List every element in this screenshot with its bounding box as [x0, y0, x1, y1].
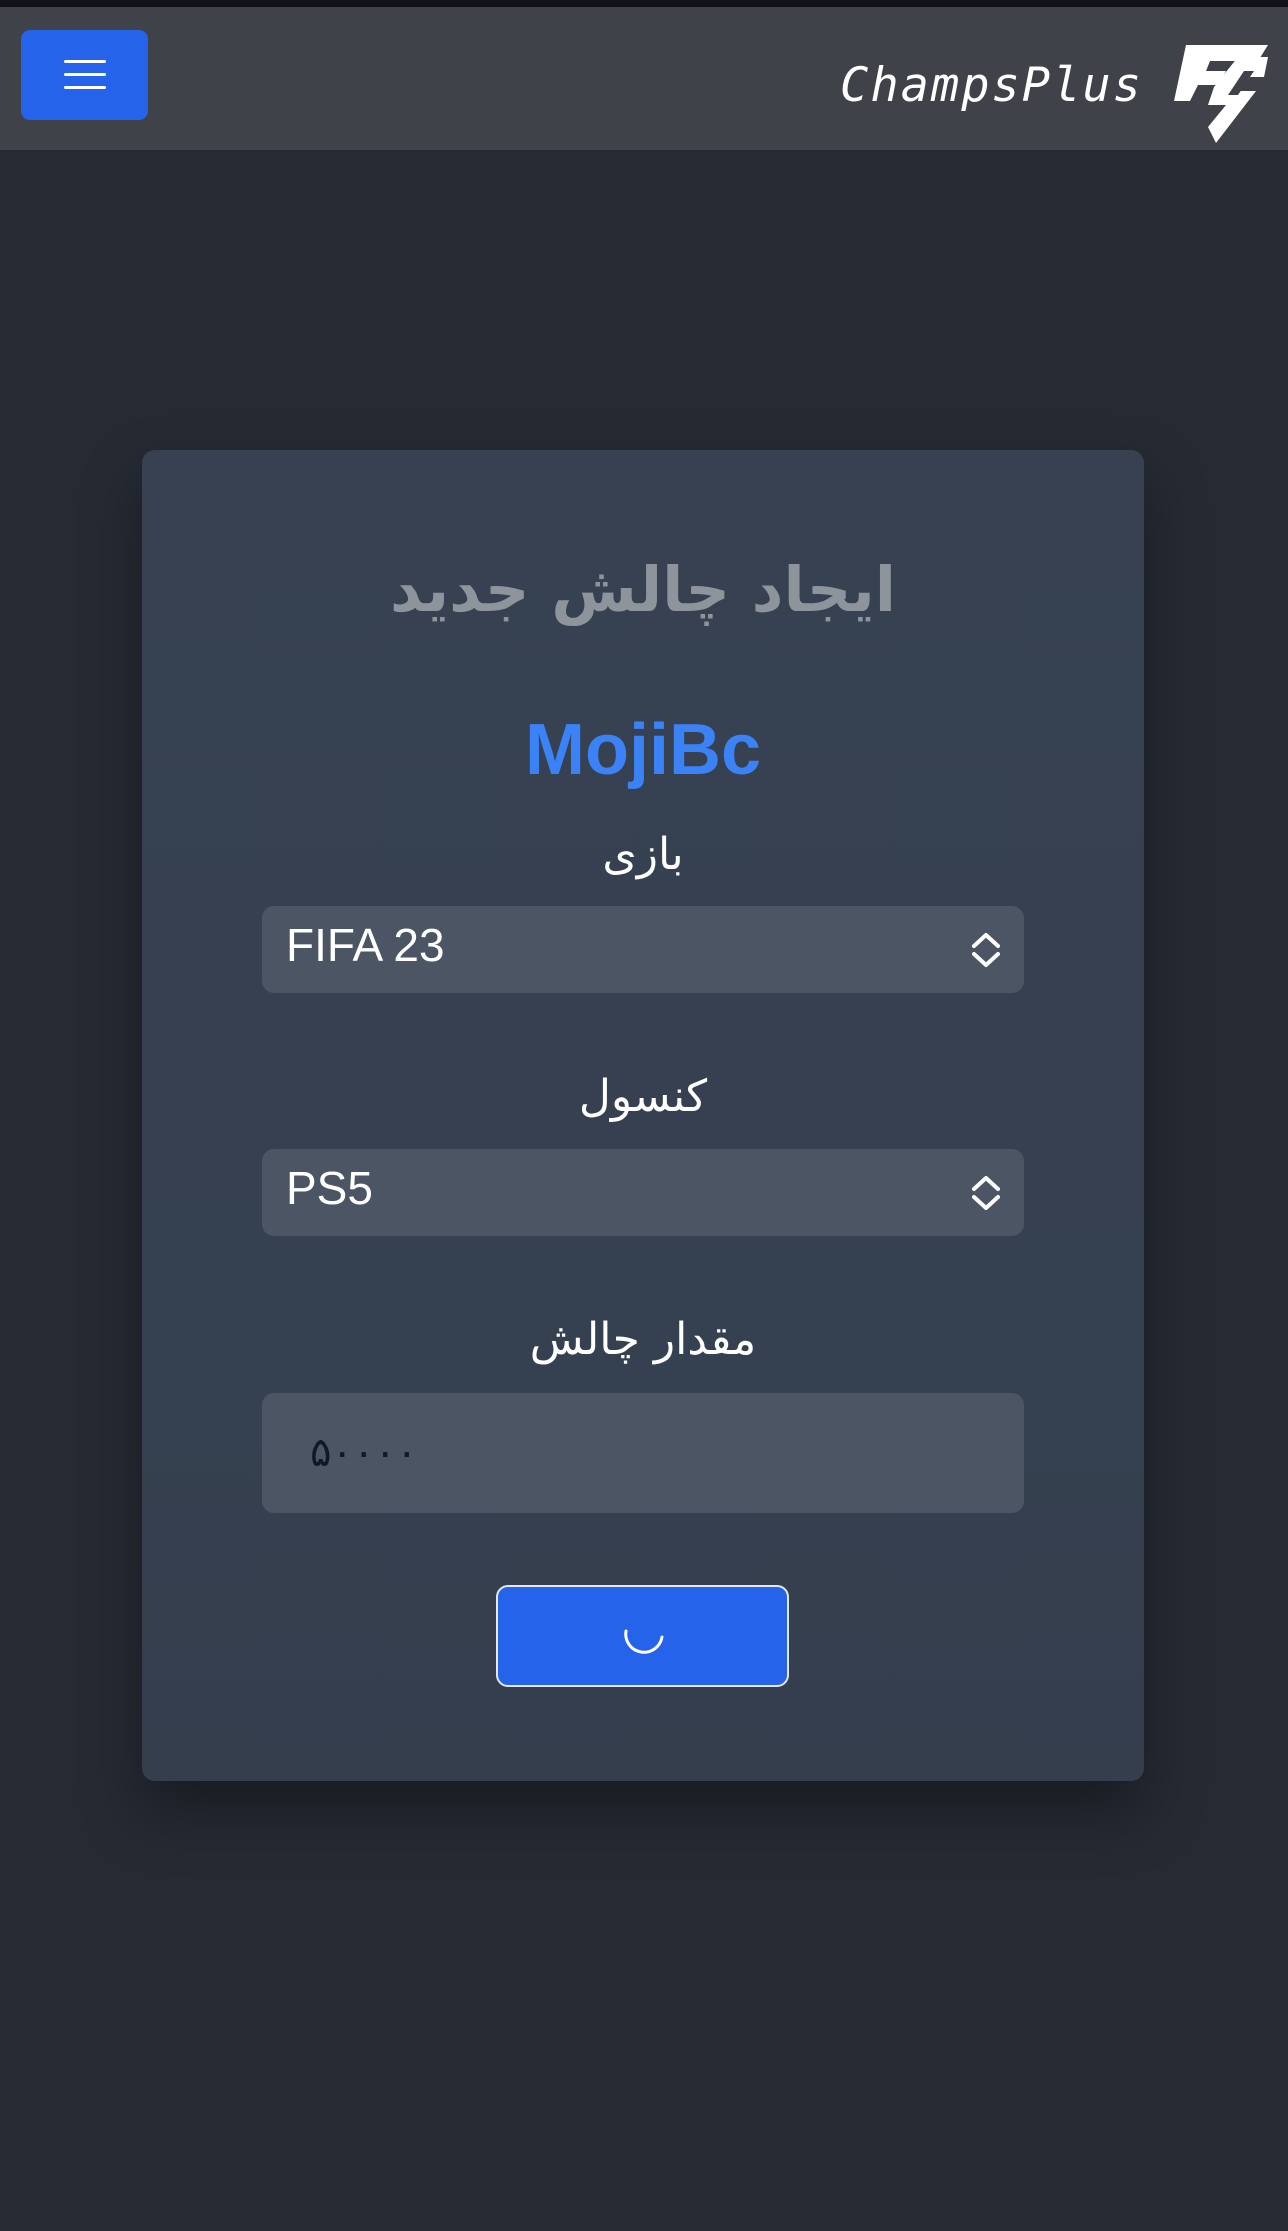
console-label: کنسول: [578, 1071, 708, 1122]
game-select-value: FIFA 23: [286, 919, 445, 971]
amount-label: مقدار چالش: [529, 1314, 757, 1365]
console-select-value: PS5: [286, 1162, 373, 1214]
submit-button[interactable]: [496, 1585, 789, 1687]
game-label: بازی: [602, 829, 684, 880]
username: MojiBc: [524, 710, 761, 790]
chevron-up-down-icon: [972, 933, 1000, 967]
champsplus-fc-logo[interactable]: [1168, 37, 1270, 145]
create-challenge-card: ایجاد چالش جدید MojiBc بازی FIFA 23 کنسو…: [142, 450, 1144, 1781]
amount-input[interactable]: [262, 1393, 1024, 1513]
console-select[interactable]: PS5: [262, 1149, 1024, 1236]
chevron-up-down-icon: [972, 1176, 1000, 1210]
game-select[interactable]: FIFA 23: [262, 906, 1024, 993]
brand-name[interactable]: ChampsPlus: [840, 59, 1143, 113]
loading-spinner-icon: [624, 1629, 664, 1654]
page-title: ایجاد چالش جدید: [390, 553, 896, 626]
hamburger-menu-icon: [63, 60, 106, 90]
top-edge: [0, 0, 1288, 7]
menu-button[interactable]: [21, 30, 148, 120]
navbar: ChampsPlus: [0, 7, 1288, 150]
